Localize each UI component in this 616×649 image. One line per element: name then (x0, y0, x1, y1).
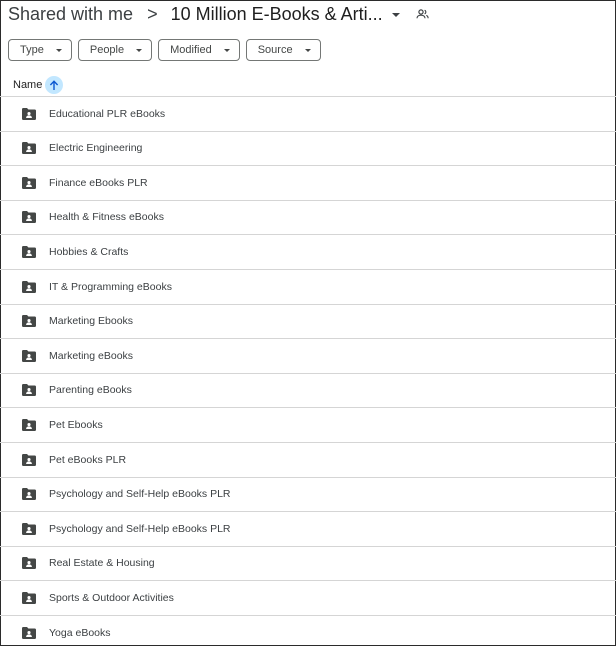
list-item-name: Yoga eBooks (49, 626, 111, 639)
filter-type-label: Type (20, 44, 44, 56)
list-item[interactable]: Electric Engineering (0, 130, 616, 165)
list-item[interactable]: Sports & Outdoor Activities (0, 580, 616, 614)
shared-folder-icon (22, 211, 36, 224)
list-item-name: Finance eBooks PLR (49, 176, 148, 189)
name-column-header[interactable]: Name (13, 76, 64, 94)
shared-folder-icon (22, 626, 36, 639)
breadcrumb: Shared with me > 10 Million E-Books & Ar… (8, 0, 429, 28)
shared-folder-icon (22, 522, 36, 535)
chevron-down-icon (223, 49, 230, 52)
list-item-name: Marketing eBooks (49, 349, 134, 362)
shared-folder-icon (22, 591, 36, 604)
list-item-name: Sports & Outdoor Activities (49, 591, 174, 604)
current-folder-title: 10 Million E-Books & Arti... (170, 3, 383, 24)
breadcrumb-shared-with-me[interactable]: Shared with me (8, 4, 133, 25)
list-item[interactable]: Marketing Ebooks (0, 303, 616, 338)
shared-folder-icon (22, 315, 36, 328)
chevron-down-icon (136, 49, 143, 52)
sort-ascending-button[interactable] (45, 76, 64, 94)
shared-folder-icon (22, 142, 36, 155)
list-item-name: Educational PLR eBooks (49, 107, 166, 120)
arrow-up-icon (50, 79, 59, 90)
shared-folder-icon (22, 557, 36, 570)
list-item-name: Electric Engineering (49, 142, 143, 155)
list-item[interactable]: Pet eBooks PLR (0, 442, 616, 476)
list-item-name: Marketing Ebooks (49, 315, 134, 328)
list-item[interactable]: Pet Ebooks (0, 407, 616, 441)
shared-folder-icon (22, 488, 36, 501)
filter-type-chip[interactable]: Type (8, 39, 72, 61)
filter-people-label: People (89, 44, 125, 56)
breadcrumb-current-folder[interactable]: 10 Million E-Books & Arti... (171, 4, 400, 25)
filter-bar: Type People Modified Source (8, 39, 321, 61)
list-item[interactable]: Psychology and Self-Help eBooks PLR (0, 476, 616, 511)
list-item-name: Health & Fitness eBooks (49, 211, 164, 224)
shared-folder-icon (22, 418, 36, 431)
list-item-name: Real Estate & Housing (49, 557, 155, 570)
shared-folder-icon (22, 176, 36, 189)
filter-source-label: Source (257, 44, 293, 56)
list-item[interactable]: Psychology and Self-Help eBooks PLR (0, 511, 616, 545)
list-item[interactable]: IT & Programming eBooks (0, 269, 616, 303)
list-item[interactable]: Yoga eBooks (0, 615, 616, 649)
filter-people-chip[interactable]: People (77, 39, 153, 61)
list-item-name: Hobbies & Crafts (49, 245, 129, 258)
list-item-name: Pet Ebooks (49, 418, 103, 431)
list-item-name: Parenting eBooks (49, 384, 132, 397)
shared-folder-icon (22, 280, 36, 293)
list-item[interactable]: Educational PLR eBooks (0, 96, 616, 130)
shared-people-icon[interactable] (416, 9, 429, 19)
filter-modified-label: Modified (170, 44, 212, 56)
list-item[interactable]: Finance eBooks PLR (0, 165, 616, 199)
list-item[interactable]: Parenting eBooks (0, 372, 616, 407)
shared-folder-icon (22, 245, 36, 258)
chevron-down-icon (304, 49, 311, 52)
breadcrumb-separator: > (147, 3, 158, 24)
list-item[interactable]: Health & Fitness eBooks (0, 199, 616, 234)
name-column-label: Name (13, 79, 43, 91)
list-item-name: Psychology and Self-Help eBooks PLR (49, 488, 231, 501)
shared-folder-icon (22, 384, 36, 397)
shared-folder-icon (22, 107, 36, 120)
list-item[interactable]: Hobbies & Crafts (0, 234, 616, 268)
chevron-down-icon (55, 49, 62, 52)
list-item-name: Pet eBooks PLR (49, 453, 127, 466)
filter-modified-chip[interactable]: Modified (158, 39, 240, 61)
list-item[interactable]: Marketing eBooks (0, 338, 616, 372)
folder-menu-dropdown-icon[interactable] (391, 13, 400, 17)
shared-folder-icon (22, 453, 36, 466)
shared-folder-icon (22, 349, 36, 362)
list-item-name: IT & Programming eBooks (49, 280, 172, 293)
list-item-name: Psychology and Self-Help eBooks PLR (49, 522, 231, 535)
list-item[interactable]: Real Estate & Housing (0, 545, 616, 580)
filter-source-chip[interactable]: Source (245, 39, 321, 61)
